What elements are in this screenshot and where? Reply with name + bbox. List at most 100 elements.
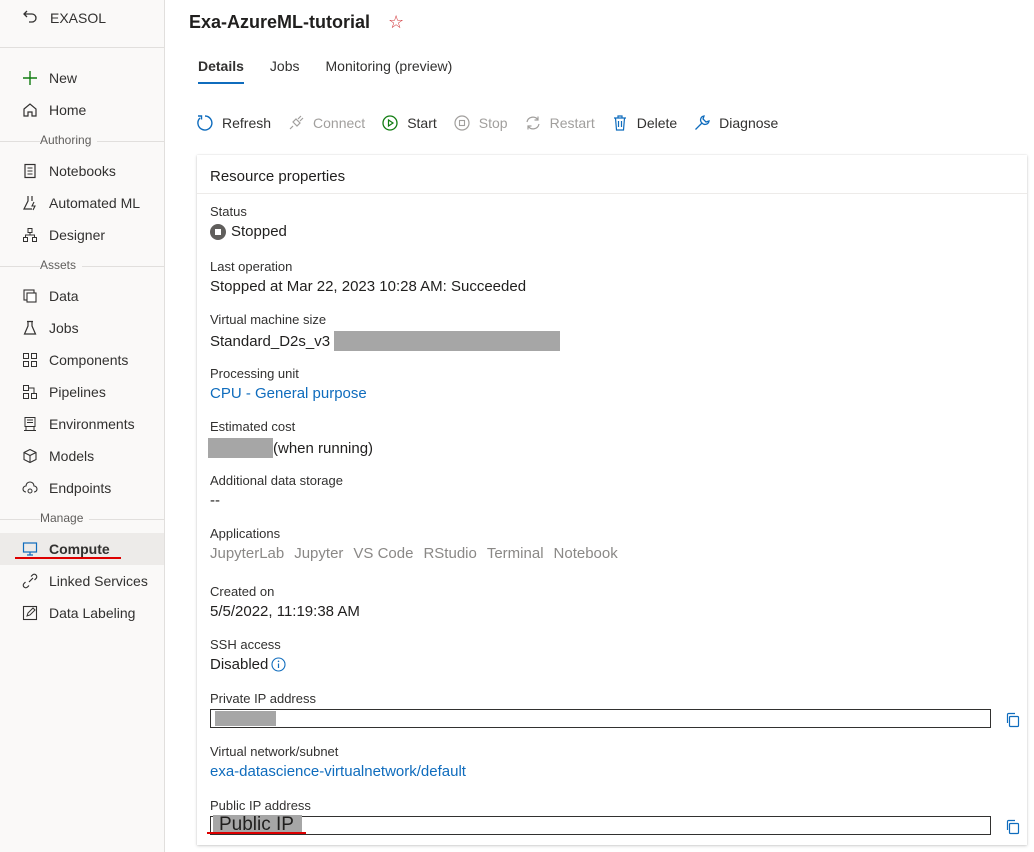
sidebar-item-label: Environments: [49, 416, 135, 432]
sidebar-item-jobs[interactable]: Jobs: [0, 312, 164, 344]
sidebar-item-components[interactable]: Components: [0, 344, 164, 376]
sidebar-item-label: Pipelines: [49, 384, 106, 400]
restart-button[interactable]: Restart: [524, 114, 595, 132]
start-label: Start: [407, 115, 437, 131]
app-link-notebook[interactable]: Notebook: [554, 545, 618, 562]
annotation-underline: [15, 557, 121, 559]
private-ip-label: Private IP address: [210, 691, 316, 706]
processing-unit-link[interactable]: CPU - General purpose: [210, 385, 367, 402]
vm-size-value: Standard_D2s_v3: [210, 332, 331, 350]
stop-label: Stop: [478, 115, 508, 131]
environment-icon: [22, 416, 38, 432]
refresh-label: Refresh: [222, 115, 272, 131]
connect-button[interactable]: Connect: [287, 114, 365, 132]
last-operation-property: Last operation Stopped at Mar 22, 2023 1…: [210, 259, 526, 295]
redacted-block: [215, 711, 276, 726]
notebook-icon: [22, 163, 38, 179]
app-link-rstudio[interactable]: RStudio: [423, 545, 476, 562]
applications-property: Applications JupyterLab Jupyter VS Code …: [210, 526, 628, 562]
redacted-block: [334, 331, 561, 351]
vnet-property: Virtual network/subnet exa-datascience-v…: [210, 744, 466, 780]
diagnose-button[interactable]: Diagnose: [693, 114, 778, 132]
estimated-cost-property: Estimated cost (when running): [208, 419, 373, 458]
sidebar-item-label: Data: [49, 288, 79, 304]
cloud-icon: [22, 480, 38, 496]
wrench-icon: [693, 114, 711, 132]
refresh-icon: [196, 114, 214, 132]
last-operation-value: Stopped at Mar 22, 2023 10:28 AM: Succee…: [210, 278, 527, 295]
estimated-cost-row: (when running): [208, 438, 373, 458]
private-ip-field[interactable]: [210, 709, 991, 728]
stop-icon: [453, 114, 471, 132]
public-ip-field[interactable]: Public IP: [210, 815, 991, 835]
workspace-back-link[interactable]: EXASOL: [22, 8, 106, 27]
play-icon: [381, 114, 399, 132]
sidebar-item-label: Designer: [49, 227, 106, 243]
sidebar-item-models[interactable]: Models: [0, 440, 164, 472]
start-button[interactable]: Start: [381, 114, 437, 132]
restart-icon: [524, 114, 542, 132]
stopped-status-icon: [210, 223, 226, 240]
delete-button[interactable]: Delete: [611, 114, 677, 132]
sidebar-item-compute[interactable]: Compute: [0, 533, 164, 565]
sidebar-item-new[interactable]: New: [0, 62, 164, 94]
sidebar-item-label: Home: [49, 102, 87, 118]
tab-details[interactable]: Details: [198, 58, 244, 84]
data-icon: [22, 288, 38, 304]
sidebar-divider: [0, 47, 164, 48]
sidebar-item-notebooks[interactable]: Notebooks: [0, 155, 164, 187]
favorite-star-icon[interactable]: ☆: [388, 12, 404, 33]
public-ip-label: Public IP address: [210, 798, 311, 813]
connect-label: Connect: [313, 115, 366, 131]
sidebar-item-label: Linked Services: [49, 573, 148, 589]
annotation-underline: [207, 832, 306, 834]
page-title: Exa-AzureML-tutorial ☆: [189, 12, 404, 33]
copy-private-ip-icon[interactable]: [1005, 712, 1021, 728]
refresh-button[interactable]: Refresh: [196, 114, 271, 132]
sidebar-item-pipelines[interactable]: Pipelines: [0, 376, 164, 408]
private-ip-property: Private IP address: [210, 691, 991, 728]
sidebar-item-label: Compute: [49, 541, 110, 557]
info-icon[interactable]: [271, 657, 286, 672]
sidebar-item-linked-services[interactable]: Linked Services: [0, 565, 164, 597]
plus-icon: [22, 70, 38, 86]
tab-bar: Details Jobs Monitoring (preview): [198, 58, 478, 84]
trash-icon: [611, 114, 629, 132]
public-ip-property: Public IP address Public IP: [210, 798, 991, 835]
sidebar-item-label: Data Labeling: [49, 605, 136, 621]
app-link-terminal[interactable]: Terminal: [487, 545, 544, 562]
sidebar-item-automated-ml[interactable]: Automated ML: [0, 187, 164, 219]
tab-jobs[interactable]: Jobs: [270, 58, 300, 84]
app-link-jupyterlab[interactable]: JupyterLab: [210, 545, 284, 562]
left-sidebar: EXASOL New Home Authoring Notebooks Auto…: [0, 0, 165, 852]
monitor-icon: [22, 541, 38, 557]
app-link-vscode[interactable]: VS Code: [353, 545, 413, 562]
edit-box-icon: [22, 605, 38, 621]
designer-icon: [22, 227, 38, 243]
vm-size-row: Standard_D2s_v3: [210, 331, 561, 351]
flask-bolt-icon: [22, 195, 38, 211]
sidebar-item-environments[interactable]: Environments: [0, 408, 164, 440]
restart-label: Restart: [549, 115, 595, 131]
plug-icon: [287, 114, 305, 132]
sidebar-item-designer[interactable]: Designer: [0, 219, 164, 251]
sidebar-item-label: Jobs: [49, 320, 79, 336]
delete-label: Delete: [636, 115, 678, 131]
home-icon: [22, 102, 38, 118]
link-icon: [22, 573, 38, 589]
diagnose-label: Diagnose: [719, 115, 779, 131]
flask-icon: [22, 320, 38, 336]
command-toolbar: Refresh Connect Start Stop Restart Delet…: [196, 114, 794, 132]
vnet-link[interactable]: exa-datascience-virtualnetwork/default: [210, 763, 466, 780]
sidebar-item-home[interactable]: Home: [0, 94, 164, 126]
estimated-cost-label: Estimated cost: [210, 419, 296, 434]
stop-button[interactable]: Stop: [453, 114, 508, 132]
copy-public-ip-icon[interactable]: [1005, 819, 1021, 835]
sidebar-item-label: Automated ML: [49, 195, 141, 211]
sidebar-item-data[interactable]: Data: [0, 280, 164, 312]
app-link-jupyter[interactable]: Jupyter: [294, 545, 343, 562]
sidebar-item-endpoints[interactable]: Endpoints: [0, 472, 164, 504]
sidebar-item-data-labeling[interactable]: Data Labeling: [0, 597, 164, 629]
sidebar-item-label: Models: [49, 448, 95, 464]
tab-monitoring[interactable]: Monitoring (preview): [326, 58, 453, 84]
